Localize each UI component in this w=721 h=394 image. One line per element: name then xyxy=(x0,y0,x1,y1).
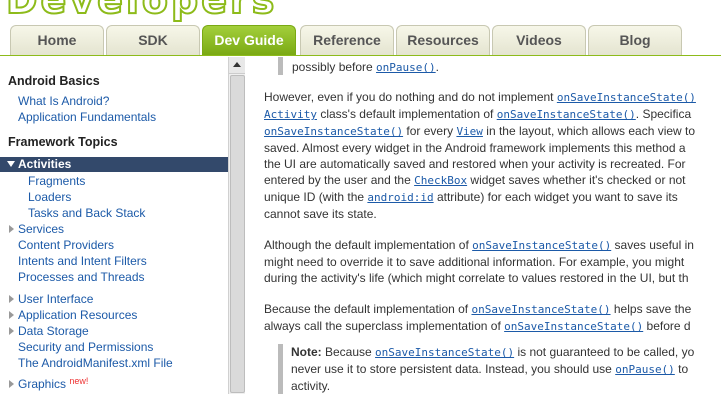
text: helps save the xyxy=(610,302,692,316)
main-content: possibly before onPause(). However, even… xyxy=(246,57,721,394)
link-checkbox[interactable]: CheckBox xyxy=(414,174,467,187)
link-view[interactable]: View xyxy=(456,125,483,138)
link-onsaveinstancestate[interactable]: onSaveInstanceState() xyxy=(557,91,696,104)
text: widget saves whether it's checked or not xyxy=(467,173,686,187)
text: in the layout, which allows each view to xyxy=(482,124,696,138)
expanded-triangle-icon xyxy=(7,161,15,167)
text-line: activity. xyxy=(291,379,331,393)
sidebar-item-label: Activities xyxy=(18,157,72,171)
sidebar-item-graphics[interactable]: Graphics new! xyxy=(0,376,228,392)
sidebar-item-fragments[interactable]: Fragments xyxy=(0,173,228,189)
text-line: during the activity's life (which might … xyxy=(264,271,689,285)
sidebar-item-application-resources[interactable]: Application Resources xyxy=(0,307,228,323)
text: class's default implementation of xyxy=(316,107,497,121)
text: unique ID (with the xyxy=(264,190,368,204)
tab-reference[interactable]: Reference xyxy=(300,25,394,55)
sidebar-item-tasks-and-back-stack[interactable]: Tasks and Back Stack xyxy=(0,205,228,221)
sidebar-item-application-fundamentals[interactable]: Application Fundamentals xyxy=(0,109,228,125)
tab-home[interactable]: Home xyxy=(10,25,104,55)
link-onsaveinstancestate[interactable]: onSaveInstanceState() xyxy=(471,303,610,316)
sidebar-item-security-permissions[interactable]: Security and Permissions xyxy=(0,339,228,355)
sidebar-scrollbar[interactable] xyxy=(228,57,245,394)
text: before d xyxy=(643,319,691,333)
sidebar-item-what-is-android[interactable]: What Is Android? xyxy=(0,93,228,109)
tab-videos[interactable]: Videos xyxy=(492,25,586,55)
sidebar-item-data-storage[interactable]: Data Storage xyxy=(0,323,228,339)
developers-logo[interactable]: Developers xyxy=(5,0,277,23)
text: . Specifica xyxy=(635,107,692,121)
sidebar-item-user-interface[interactable]: User Interface xyxy=(0,291,228,307)
text-line: cannot save its state. xyxy=(264,207,377,221)
collapsed-triangle-icon xyxy=(9,225,14,233)
text: never use it to store persistent data. I… xyxy=(291,362,616,376)
tab-dev-guide[interactable]: Dev Guide xyxy=(202,25,296,55)
sidebar-item-services[interactable]: Services xyxy=(0,221,228,237)
sidebar-heading-android-basics: Android Basics xyxy=(8,74,100,88)
paragraph-although: Although the default implementation of o… xyxy=(264,237,721,286)
tab-divider xyxy=(0,55,721,56)
text: for every xyxy=(403,124,457,138)
text: However, even if you do nothing and do n… xyxy=(264,90,557,104)
link-onsaveinstancestate[interactable]: onSaveInstanceState() xyxy=(504,320,643,333)
sidebar-item-activities[interactable]: Activities xyxy=(0,157,228,172)
sidebar-item-label: User Interface xyxy=(18,292,94,306)
link-onpause[interactable]: onPause() xyxy=(615,363,675,376)
text: attribute) for each widget you want to s… xyxy=(433,190,678,204)
link-onsaveinstancestate[interactable]: onSaveInstanceState() xyxy=(497,108,636,121)
text: Because the default implementation of xyxy=(264,302,472,316)
site-header: Developers Home SDK Dev Guide Reference … xyxy=(0,0,721,56)
sidebar-item-label: Services xyxy=(18,222,65,236)
tab-blog[interactable]: Blog xyxy=(588,25,682,55)
paragraph-because: Because the default implementation of on… xyxy=(264,301,721,335)
new-badge: new! xyxy=(69,376,89,386)
text: Although the default implementation of xyxy=(264,238,473,252)
sidebar-item-content-providers[interactable]: Content Providers xyxy=(0,237,228,253)
sidebar-item-loaders[interactable]: Loaders xyxy=(0,189,228,205)
collapsed-triangle-icon xyxy=(9,327,14,335)
text: to xyxy=(674,362,689,376)
note-text: possibly before xyxy=(292,60,377,74)
tab-sdk[interactable]: SDK xyxy=(106,25,200,55)
text: always call the superclass implementatio… xyxy=(264,319,505,333)
note-box-top: possibly before onPause(). xyxy=(278,57,721,75)
note-label: Note: xyxy=(291,345,322,359)
collapsed-triangle-icon xyxy=(9,311,14,319)
sidebar-item-android-manifest[interactable]: The AndroidManifest.xml File xyxy=(0,355,228,371)
sidebar-item-label: Application Resources xyxy=(18,308,138,322)
text-line: the UI are automatically saved and resto… xyxy=(264,157,686,171)
link-android-id[interactable]: android:id xyxy=(367,191,433,204)
arrow-up-icon xyxy=(233,62,241,67)
text: is not guaranteed to be called, yo xyxy=(514,345,695,359)
sidebar-item-processes-threads[interactable]: Processes and Threads xyxy=(0,269,228,285)
text-line: might need to override it to save additi… xyxy=(264,255,685,269)
note-box: Note: Because onSaveInstanceState() is n… xyxy=(278,344,721,394)
link-onsaveinstancestate[interactable]: onSaveInstanceState() xyxy=(264,125,403,138)
text-line: saved. Almost every widget in the Androi… xyxy=(264,141,686,155)
sidebar-heading-framework-topics: Framework Topics xyxy=(8,135,118,149)
note-text: . xyxy=(435,60,439,74)
link-onsaveinstancestate[interactable]: onSaveInstanceState() xyxy=(375,346,514,359)
link-activity[interactable]: Activity xyxy=(264,108,317,121)
sidebar-item-label: Graphics xyxy=(18,377,67,391)
tab-resources[interactable]: Resources xyxy=(396,25,490,55)
scroll-thumb[interactable] xyxy=(230,75,245,393)
paragraph-default-implementation: However, even if you do nothing and do n… xyxy=(264,89,721,222)
link-onsaveinstancestate[interactable]: onSaveInstanceState() xyxy=(472,239,611,252)
text: entered by the user and the xyxy=(264,173,415,187)
scroll-up-button[interactable] xyxy=(229,57,245,74)
sidebar-item-intents[interactable]: Intents and Intent Filters xyxy=(0,253,228,269)
collapsed-triangle-icon xyxy=(9,380,14,388)
collapsed-triangle-icon xyxy=(9,295,14,303)
link-onpause[interactable]: onPause() xyxy=(376,61,436,74)
sidebar-item-label: Data Storage xyxy=(18,324,89,338)
text: saves useful in xyxy=(611,238,694,252)
sidebar-nav: Android Basics What Is Android? Applicat… xyxy=(0,57,228,394)
text: Because xyxy=(321,345,376,359)
